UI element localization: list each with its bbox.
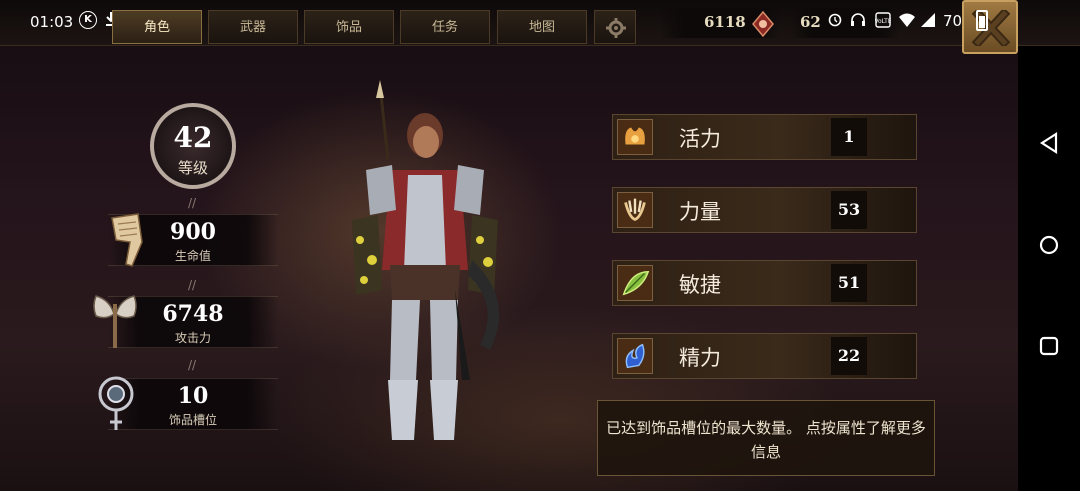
gem-icon	[752, 11, 774, 37]
status-time: 01:03	[30, 13, 74, 31]
home-icon[interactable]	[1036, 232, 1062, 258]
gear-icon	[606, 18, 626, 38]
attribute-name: 活力	[679, 127, 721, 151]
attribute-name: 力量	[679, 200, 721, 224]
attribute-name: 精力	[679, 346, 721, 370]
tab-map[interactable]: 地图	[497, 10, 587, 44]
headset-icon	[850, 12, 866, 32]
secondary-amount: 62	[800, 13, 821, 31]
top-bar: 01:03 K 角色 武器 饰品 任务 地图 6118 62 VoLTE 70%	[0, 0, 1080, 54]
close-button[interactable]	[962, 0, 1018, 54]
attribute-name: 敏捷	[679, 273, 721, 297]
axe-icon	[93, 295, 137, 348]
info-message-text: 已达到饰品槽位的最大数量。 点按属性了解更多信息	[606, 419, 926, 461]
tab-weapons-label: 武器	[239, 20, 266, 35]
tab-trinkets[interactable]: 饰品	[304, 10, 394, 44]
recents-icon[interactable]	[1036, 333, 1062, 359]
trinket-slot-icon	[98, 376, 134, 430]
back-icon[interactable]	[1036, 130, 1062, 156]
attribute-agility[interactable]: 敏捷 51	[612, 260, 917, 306]
tab-character[interactable]: 角色	[112, 10, 202, 44]
attribute-strength[interactable]: 力量 53	[612, 187, 917, 233]
android-nav-bar	[1018, 46, 1080, 491]
attribute-value: 22	[831, 337, 867, 375]
volte-icon: VoLTE	[874, 12, 892, 32]
attribute-value: 1	[831, 118, 867, 156]
health-scroll-icon	[111, 213, 143, 267]
attribute-energy[interactable]: 精力 22	[612, 333, 917, 379]
gold-amount: 6118	[704, 13, 746, 31]
attribute-value: 53	[831, 191, 867, 229]
tab-character-label: 角色	[143, 20, 170, 35]
alarm-icon	[828, 13, 842, 31]
connector-ornament: //	[187, 358, 197, 372]
k-app-icon: K	[79, 11, 97, 29]
settings-button[interactable]	[594, 10, 636, 44]
tab-quests-label: 任务	[431, 20, 458, 35]
gold-currency: 6118	[660, 8, 780, 38]
tab-weapons[interactable]: 武器	[208, 10, 298, 44]
connector-ornament: //	[187, 278, 197, 292]
attribute-value: 51	[831, 264, 867, 302]
tab-map-label: 地图	[528, 20, 555, 35]
agility-icon	[617, 265, 653, 301]
character-model	[352, 80, 500, 440]
tab-trinkets-label: 饰品	[335, 20, 362, 35]
signal-icon	[920, 12, 936, 32]
connector-ornament: //	[187, 196, 197, 210]
attribute-vitality[interactable]: 活力 1	[612, 114, 917, 160]
tab-quests[interactable]: 任务	[400, 10, 490, 44]
wifi-icon	[898, 12, 916, 32]
level-badge: 42 等级	[150, 103, 236, 189]
vitality-icon	[617, 119, 653, 155]
level-label: 等级	[177, 159, 208, 177]
svg-text:VoLTE: VoLTE	[875, 18, 891, 25]
energy-icon	[617, 338, 653, 374]
strength-icon	[617, 192, 653, 228]
info-message: 已达到饰品槽位的最大数量。 点按属性了解更多信息	[597, 400, 935, 476]
battery-icon	[976, 10, 988, 31]
level-value: 42	[173, 121, 213, 154]
